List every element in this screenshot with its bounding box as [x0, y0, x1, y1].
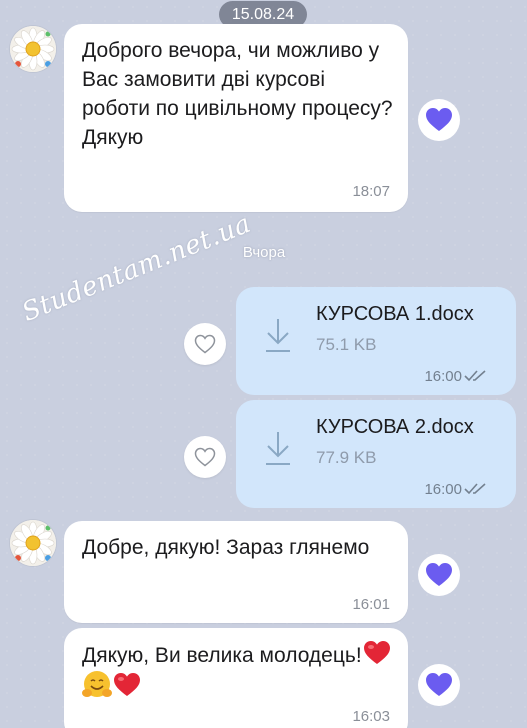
file-size: 77.9 KB	[316, 448, 377, 467]
download-icon[interactable]	[262, 428, 294, 468]
message-bubble[interactable]: Доброго вечора, чи можливо у Вас замовит…	[64, 24, 408, 212]
message-time: 16:00	[424, 368, 462, 385]
double-check-icon	[464, 369, 488, 383]
reaction-button[interactable]	[184, 436, 226, 478]
daisy-avatar-icon	[10, 520, 56, 566]
message-bubble[interactable]: Дякую, Ви велика молодець! 16:03	[64, 628, 408, 728]
heart-icon	[425, 107, 453, 133]
double-check-icon	[464, 482, 488, 496]
red-heart-emoji-icon	[113, 672, 141, 698]
message-time: 18:07	[352, 183, 390, 200]
file-name[interactable]: КУРСОВА 2.docx	[316, 416, 474, 439]
file-message-bubble[interactable]: КУРСОВА 1.docx 75.1 KB 16:00	[236, 287, 516, 395]
watermark: Studentam.net.ua	[18, 208, 256, 328]
heart-icon	[425, 672, 453, 698]
red-heart-emoji-icon	[363, 640, 391, 666]
message-text: Доброго вечора, чи можливо у Вас замовит…	[82, 39, 393, 149]
reaction-button[interactable]	[184, 323, 226, 365]
message-time: 16:00	[424, 481, 462, 498]
file-name[interactable]: КУРСОВА 1.docx	[316, 303, 474, 326]
hugging-face-emoji-icon	[82, 670, 112, 700]
reaction-button[interactable]	[418, 664, 460, 706]
file-size: 75.1 KB	[316, 335, 377, 354]
message-bubble[interactable]: Добре, дякую! Зараз глянемо 16:01	[64, 521, 408, 623]
message-text: Добре, дякую! Зараз глянемо	[82, 536, 370, 559]
like-outline-icon	[194, 447, 216, 467]
message-time: 16:03	[352, 708, 390, 725]
like-outline-icon	[194, 334, 216, 354]
download-icon[interactable]	[262, 315, 294, 355]
heart-icon	[425, 562, 453, 588]
message-time: 16:01	[352, 596, 390, 613]
avatar[interactable]	[10, 520, 56, 566]
reaction-button[interactable]	[418, 554, 460, 596]
daisy-avatar-icon	[10, 26, 56, 72]
avatar[interactable]	[10, 26, 56, 72]
message-text-content: Дякую, Ви велика молодець!	[82, 644, 362, 667]
day-separator: Вчора	[242, 244, 286, 261]
reaction-button[interactable]	[418, 99, 460, 141]
message-text: Дякую, Ви велика молодець!	[82, 640, 394, 702]
file-message-bubble[interactable]: КУРСОВА 2.docx 77.9 KB 16:00	[236, 400, 516, 508]
